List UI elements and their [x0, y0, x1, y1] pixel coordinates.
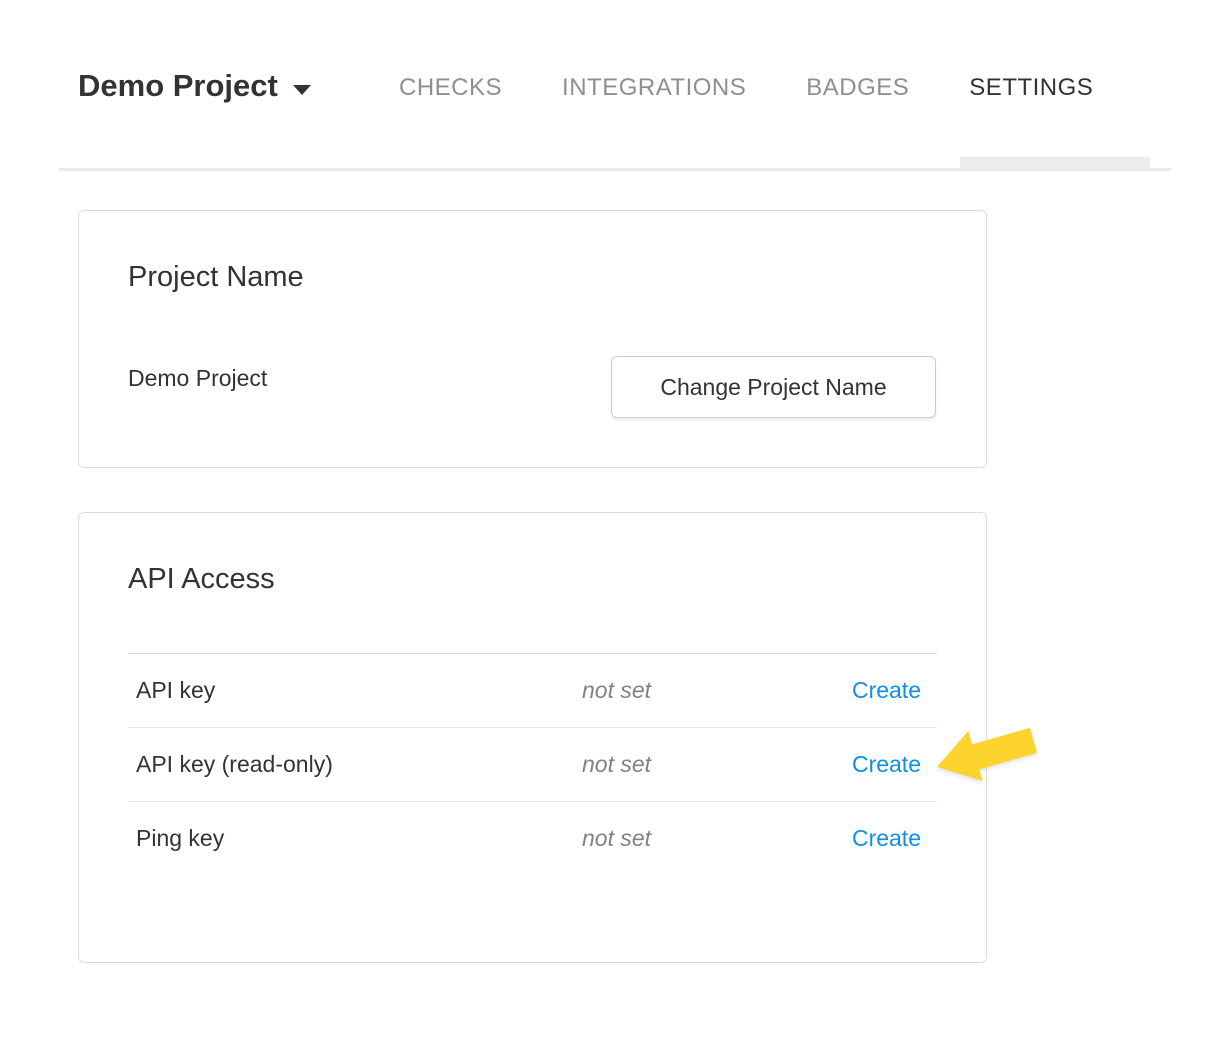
tab-checks[interactable]: CHECKS: [369, 74, 532, 102]
api-key-read-only-label: API key (read-only): [136, 751, 582, 778]
tab-badges[interactable]: BADGES: [776, 74, 939, 102]
nav-tabs: CHECKS INTEGRATIONS BADGES SETTINGS: [369, 58, 1123, 118]
project-switcher-label: Demo Project: [78, 68, 278, 104]
table-row-api-key: API key not set Create: [128, 653, 937, 727]
create-api-key-link[interactable]: Create: [852, 677, 929, 704]
table-row-api-key-read-only: API key (read-only) not set Create: [128, 727, 937, 801]
current-project-name: Demo Project: [128, 365, 267, 392]
project-switcher[interactable]: Demo Project: [78, 68, 311, 104]
tab-settings[interactable]: SETTINGS: [939, 74, 1123, 102]
api-key-value: not set: [582, 677, 852, 704]
api-key-label: API key: [136, 677, 582, 704]
api-access-card-title: API Access: [128, 563, 275, 596]
create-api-key-read-only-link[interactable]: Create: [852, 751, 929, 778]
project-name-row: Demo Project Change Project Name: [128, 356, 936, 418]
api-keys-table: API key not set Create API key (read-onl…: [128, 653, 937, 875]
caret-down-icon: [293, 85, 311, 95]
project-name-card: Project Name Demo Project Change Project…: [78, 210, 987, 468]
ping-key-value: not set: [582, 825, 852, 852]
project-name-card-title: Project Name: [128, 261, 304, 294]
table-row-ping-key: Ping key not set Create: [128, 801, 937, 875]
api-key-read-only-value: not set: [582, 751, 852, 778]
change-project-name-button[interactable]: Change Project Name: [611, 356, 936, 418]
create-ping-key-link[interactable]: Create: [852, 825, 929, 852]
api-access-card: API Access API key not set Create API ke…: [78, 512, 987, 963]
ping-key-label: Ping key: [136, 825, 582, 852]
tab-integrations[interactable]: INTEGRATIONS: [532, 74, 776, 102]
header-divider: [59, 168, 1171, 171]
